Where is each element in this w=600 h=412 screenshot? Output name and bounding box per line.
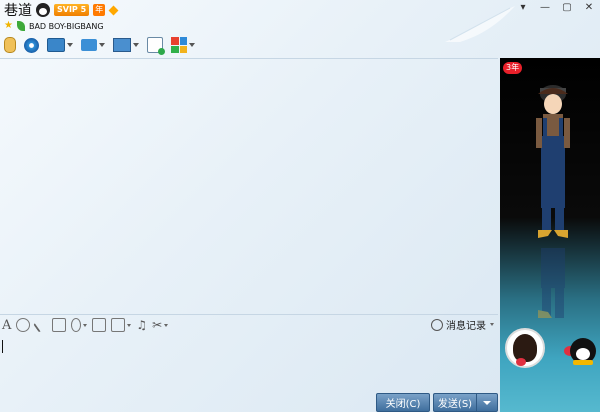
chevron-down-icon[interactable] <box>99 43 105 47</box>
status-row: ★ BAD BOY-BIGBANG <box>4 20 104 32</box>
magic-wand-icon[interactable] <box>33 317 50 333</box>
microphone-icon <box>4 37 16 53</box>
status-text[interactable]: BAD BOY-BIGBANG <box>29 22 104 31</box>
scissors-icon[interactable]: ✂ <box>152 318 162 332</box>
year-badge[interactable]: 年 <box>93 4 106 16</box>
chat-window: 巷道 SVIP 5 年 ★ BAD BOY-BIGBANG ▾ — ▢ ✕ A … <box>0 0 600 412</box>
main-toolbar <box>2 34 197 56</box>
avatar-figure-icon <box>513 334 537 362</box>
video-call-button[interactable] <box>22 35 41 55</box>
qq-show-reflection <box>538 248 565 318</box>
qq-show-panel: 3年 <box>500 58 600 412</box>
file-transfer-button[interactable] <box>79 35 107 55</box>
divider <box>0 314 498 315</box>
message-history-area[interactable] <box>0 58 498 315</box>
image-icon[interactable] <box>111 318 126 332</box>
remote-desktop-icon <box>113 38 131 52</box>
qq-penguin-logo-icon[interactable] <box>570 338 596 365</box>
input-toolbar: A ♫ ✂ 消息记录 <box>2 316 496 334</box>
create-discussion-icon <box>147 37 165 55</box>
chevron-down-icon[interactable] <box>133 43 139 47</box>
menu-dropdown-button[interactable]: ▾ <box>512 0 534 14</box>
qq-penguin-icon[interactable] <box>36 3 50 17</box>
edit-icon[interactable] <box>92 318 107 332</box>
year-tag[interactable]: 3年 <box>503 62 523 74</box>
apps-button[interactable] <box>169 35 197 55</box>
maximize-button[interactable]: ▢ <box>556 0 578 14</box>
chevron-down-icon[interactable] <box>67 43 73 47</box>
shake-window-icon[interactable] <box>52 318 67 332</box>
apps-icon <box>171 37 187 53</box>
chevron-down-icon[interactable] <box>189 43 195 47</box>
action-bar: 关闭(C) 发送(S) <box>0 392 498 412</box>
music-leaf-icon <box>16 21 25 31</box>
chevron-down-icon <box>483 400 491 405</box>
remote-desktop-button[interactable] <box>111 35 141 55</box>
video-camera-icon <box>24 37 39 53</box>
svip-badge[interactable]: SVIP 5 <box>54 4 90 16</box>
star-icon[interactable]: ★ <box>4 21 13 31</box>
file-transfer-icon <box>81 39 97 51</box>
chevron-down-icon[interactable] <box>83 323 88 327</box>
feather-decoration-icon <box>445 6 515 42</box>
diamond-icon[interactable] <box>108 5 119 15</box>
screen-share-button[interactable] <box>45 35 75 55</box>
voice-call-button[interactable] <box>2 35 18 55</box>
chevron-down-icon[interactable] <box>490 323 494 326</box>
clock-icon <box>431 318 443 331</box>
screen-share-icon <box>47 38 65 52</box>
chevron-down-icon[interactable] <box>164 323 169 327</box>
music-icon[interactable]: ♫ <box>136 318 147 332</box>
create-discussion-button[interactable] <box>145 35 165 55</box>
window-controls: ▾ — ▢ ✕ <box>512 0 600 14</box>
minimize-button[interactable]: — <box>534 0 556 14</box>
emoji-icon[interactable] <box>16 318 31 332</box>
message-history-button[interactable]: 消息记录 <box>431 317 494 332</box>
close-chat-button[interactable]: 关闭(C) <box>376 393 430 412</box>
title-row: 巷道 SVIP 5 年 <box>4 1 119 19</box>
voice-message-icon[interactable] <box>71 318 82 332</box>
text-caret <box>2 340 3 353</box>
chevron-down-icon[interactable] <box>127 323 132 327</box>
close-window-button[interactable]: ✕ <box>578 0 600 14</box>
message-history-label: 消息记录 <box>446 321 486 332</box>
font-button[interactable]: A <box>2 318 11 333</box>
message-input[interactable] <box>0 336 498 390</box>
send-button[interactable]: 发送(S) <box>433 393 476 412</box>
contact-name: 巷道 <box>4 3 32 19</box>
send-options-button[interactable] <box>476 393 498 412</box>
heart-icon <box>516 358 526 366</box>
